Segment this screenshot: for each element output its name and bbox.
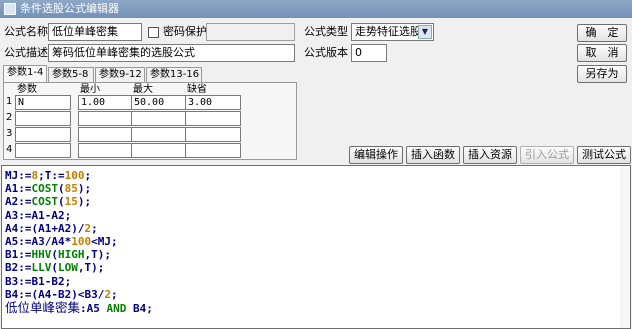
code-token: ,T); bbox=[84, 248, 112, 262]
code-token: ,T); bbox=[77, 261, 105, 275]
password-input[interactable] bbox=[206, 23, 295, 41]
code-token: ; bbox=[110, 287, 118, 301]
code-token: A3:=A1-A2; bbox=[5, 208, 72, 222]
save-as-button[interactable]: 另存为 bbox=[577, 65, 627, 83]
code-token: 100 bbox=[71, 235, 92, 248]
code-token: HHV bbox=[31, 248, 52, 262]
code-line: B4:=(A4-B2)<B3/2; bbox=[5, 288, 118, 301]
param-default-cell[interactable] bbox=[185, 127, 241, 142]
formula-type-label: 公式类型 bbox=[304, 25, 348, 38]
confirm-button[interactable]: 确 定 bbox=[577, 24, 627, 42]
app-icon bbox=[4, 3, 16, 15]
param-row-number: 2 bbox=[6, 112, 13, 123]
param-min-cell[interactable] bbox=[78, 127, 134, 142]
code-line: MJ:=8;T:=100; bbox=[5, 169, 91, 182]
code-line: A4:=(A1+A2)/2; bbox=[5, 222, 98, 235]
code-token: ); bbox=[77, 182, 92, 196]
code-token: HIGH bbox=[58, 248, 85, 262]
code-token: 100 bbox=[64, 169, 85, 182]
test-formula-button[interactable]: 测试公式 bbox=[577, 146, 631, 164]
tab-params-9-12[interactable]: 参数9-12 bbox=[95, 67, 145, 82]
title-bar: 条件选股公式编辑器 bbox=[0, 0, 632, 18]
param-min-cell[interactable] bbox=[78, 143, 134, 158]
code-token: ( bbox=[51, 248, 58, 262]
code-token: 低位单峰密集 bbox=[5, 300, 81, 315]
code-token: ( bbox=[58, 182, 65, 196]
code-token: ;T:= bbox=[38, 169, 65, 182]
code-token: COST bbox=[31, 182, 59, 196]
param-max-cell[interactable] bbox=[131, 143, 187, 158]
param-name-cell[interactable] bbox=[15, 143, 71, 158]
param-row-number: 4 bbox=[6, 144, 13, 155]
code-token: LOW bbox=[58, 261, 78, 275]
param-max-cell[interactable]: 50.00 bbox=[131, 95, 187, 110]
insert-resource-button[interactable]: 插入资源 bbox=[463, 146, 517, 164]
param-name-cell[interactable] bbox=[15, 127, 71, 142]
code-token: B3:=B1-B2; bbox=[5, 274, 72, 288]
code-line: B2:=LLV(LOW,T); bbox=[5, 261, 104, 274]
code-line: A5:=A3/A4*100<MJ; bbox=[5, 235, 118, 248]
code-token: B1:= bbox=[5, 248, 32, 262]
formula-desc-input[interactable]: 筹码低位单峰密集的选股公式 bbox=[48, 44, 295, 62]
code-token: ; bbox=[84, 169, 92, 182]
code-token: ); bbox=[77, 195, 92, 209]
tab-params-13-16[interactable]: 参数13-16 bbox=[146, 67, 202, 82]
code-token: B4; bbox=[126, 302, 153, 315]
formula-type-select[interactable]: 走势特征选股 ▼ bbox=[351, 23, 434, 41]
code-token: ( bbox=[51, 261, 58, 275]
insert-function-button[interactable]: 插入函数 bbox=[406, 146, 460, 164]
code-line: B1:=HHV(HIGH,T); bbox=[5, 248, 111, 261]
code-token: :A5 bbox=[80, 302, 107, 315]
param-name-cell[interactable] bbox=[15, 111, 71, 126]
code-token: ( bbox=[58, 195, 65, 209]
param-row-number: 3 bbox=[6, 128, 13, 139]
param-default-cell[interactable]: 3.00 bbox=[185, 95, 241, 110]
edit-operations-button[interactable]: 编辑操作 bbox=[349, 146, 403, 164]
password-label: 密码保护 bbox=[163, 25, 207, 38]
param-row-number: 1 bbox=[6, 96, 13, 107]
code-line: A2:=COST(15); bbox=[5, 195, 91, 208]
formula-version-label: 公式版本 bbox=[304, 46, 348, 59]
code-token: A1:= bbox=[5, 182, 32, 196]
chevron-down-icon[interactable]: ▼ bbox=[418, 25, 432, 39]
param-min-cell[interactable]: 1.00 bbox=[78, 95, 134, 110]
window-title: 条件选股公式编辑器 bbox=[20, 2, 119, 15]
code-line: 低位单峰密集:A5 AND B4; bbox=[5, 301, 153, 315]
editor-scroll-gutter bbox=[620, 166, 630, 328]
code-token: 15 bbox=[64, 195, 78, 209]
param-max-cell[interactable] bbox=[131, 127, 187, 142]
password-checkbox[interactable] bbox=[148, 27, 159, 38]
formula-desc-label: 公式描述 bbox=[4, 46, 48, 59]
tab-params-5-8[interactable]: 参数5-8 bbox=[48, 67, 94, 82]
code-token: B4:=(A4-B2)<B3/ bbox=[5, 287, 105, 301]
code-token: ; bbox=[91, 221, 98, 235]
code-token: MJ:= bbox=[5, 169, 32, 182]
code-token: A5:=A3/A4* bbox=[5, 235, 72, 248]
code-editor[interactable]: MJ:=8;T:=100; A1:=COST(85); A2:=COST(15); A… bbox=[1, 165, 631, 329]
cancel-button[interactable]: 取 消 bbox=[577, 44, 627, 62]
code-line: A1:=COST(85); bbox=[5, 182, 91, 195]
formula-name-label: 公式名称 bbox=[4, 25, 48, 38]
code-token: <MJ; bbox=[91, 235, 118, 248]
code-line: B3:=B1-B2; bbox=[5, 275, 71, 288]
code-token: COST bbox=[31, 195, 59, 209]
code-token: 2 bbox=[104, 287, 111, 301]
formula-type-value: 走势特征选股 bbox=[355, 25, 421, 38]
formula-name-input[interactable]: 低位单峰密集 bbox=[48, 23, 142, 41]
param-min-cell[interactable] bbox=[78, 111, 134, 126]
code-token: B2:= bbox=[5, 261, 32, 275]
code-token: AND bbox=[106, 302, 127, 315]
code-token: A4:=(A1+A2)/ bbox=[5, 221, 85, 235]
param-name-cell[interactable]: N bbox=[15, 95, 71, 110]
param-default-cell[interactable] bbox=[185, 143, 241, 158]
formula-version-input[interactable]: 0 bbox=[351, 44, 387, 62]
code-token: 85 bbox=[64, 182, 78, 196]
code-line: A3:=A1-A2; bbox=[5, 209, 71, 222]
tab-params-1-4[interactable]: 参数1-4 bbox=[3, 65, 47, 82]
code-token: A2:= bbox=[5, 195, 32, 209]
code-token: LLV bbox=[31, 261, 52, 275]
param-max-cell[interactable] bbox=[131, 111, 187, 126]
param-default-cell[interactable] bbox=[185, 111, 241, 126]
import-formula-button[interactable]: 引入公式 bbox=[520, 146, 574, 164]
